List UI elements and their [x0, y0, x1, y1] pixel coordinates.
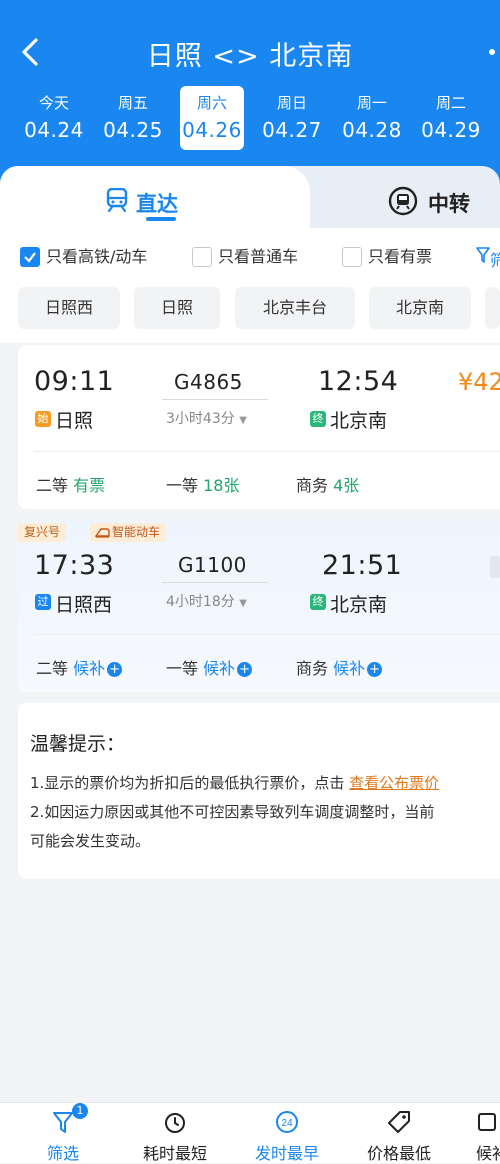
- badge-smart-emu: 智能动车: [90, 523, 167, 542]
- tab-direct-label: 直达: [136, 192, 178, 216]
- notice-card: 温馨提示： 1.显示的票价均为折扣后的最低执行票价，点击 查看公布票价 2.如因…: [18, 703, 500, 879]
- station-chip-rizhao[interactable]: 日照: [134, 287, 220, 329]
- station-chip-rizhao-west[interactable]: 日照西: [18, 287, 120, 329]
- seat-first-class-waitlist[interactable]: 一等 候补 +: [166, 655, 253, 679]
- date-sun[interactable]: 周日 04.27: [260, 86, 324, 150]
- svg-text:24: 24: [281, 1118, 293, 1129]
- seat-second-class: 二等 有票: [36, 476, 106, 495]
- date-fri[interactable]: 周五 04.25: [101, 86, 165, 150]
- duration-line: [162, 582, 268, 583]
- depart-time: 09:11: [34, 366, 115, 397]
- badge-fuxing: 复兴号: [18, 523, 67, 542]
- checkbox-unchecked-icon: [342, 247, 362, 267]
- add-waitlist-icon: +: [367, 662, 383, 677]
- station-chip-beijing-fengtai[interactable]: 北京丰台: [235, 287, 355, 329]
- arrive-time: 21:51: [322, 550, 403, 581]
- expand-triangle-icon: ▼: [239, 415, 247, 426]
- date-today[interactable]: 今天 04.24: [22, 86, 86, 150]
- station-chip-beijing-south[interactable]: 北京南: [369, 287, 471, 329]
- to-station: 北京南: [330, 410, 388, 432]
- seat-business-class-waitlist[interactable]: 商务 候补 +: [296, 655, 383, 679]
- add-waitlist-icon: +: [107, 662, 123, 677]
- nav-shortest-duration[interactable]: 耗时最短: [132, 1102, 218, 1163]
- train-number: G1100: [178, 553, 247, 577]
- from-station: 日照西: [55, 594, 113, 616]
- timer-icon: [165, 1113, 185, 1133]
- notice-line-1: 1.显示的票价均为折扣后的最低执行票价，点击 查看公布票价: [30, 774, 440, 792]
- checkbox-checked-icon: [20, 247, 40, 267]
- duration[interactable]: 4小时18分 ▼: [166, 591, 247, 611]
- transfer-train-icon: [388, 186, 418, 216]
- nav-earliest-departure[interactable]: 24 发时最早: [244, 1102, 330, 1163]
- filter-funnel-icon: [53, 1112, 73, 1133]
- date-selector: 今天 04.24 周五 04.25 周六 04.26 周日 04.27 周一 0…: [12, 86, 500, 150]
- to-station: 北京南: [330, 594, 388, 616]
- smart-train-icon: [95, 528, 110, 538]
- seat-business-class: 商务 4张: [296, 476, 360, 495]
- date-sat-selected[interactable]: 周六 04.26: [180, 86, 244, 150]
- tab-transfer-label[interactable]: 中转: [428, 188, 470, 218]
- card-divider: [34, 634, 500, 635]
- end-station-tag: 终: [310, 411, 326, 427]
- train-number: G4865: [174, 370, 243, 394]
- duration[interactable]: 3小时43分 ▼: [166, 408, 247, 428]
- seat-second-class-waitlist[interactable]: 二等 候补 +: [36, 655, 123, 679]
- date-tue[interactable]: 周二 04.29: [419, 86, 483, 150]
- notice-line-3: 可能会发生变动。: [30, 832, 151, 850]
- view-published-fares-link[interactable]: 查看公布票价: [349, 774, 439, 792]
- nav-waitlist[interactable]: 候补: [464, 1102, 500, 1162]
- checkbox-unchecked-icon: [192, 247, 212, 267]
- filter-funnel-icon[interactable]: [476, 246, 490, 264]
- station-chip-partial[interactable]: [485, 287, 500, 329]
- price-tag-icon: [388, 1111, 410, 1133]
- date-mon[interactable]: 周一 04.28: [340, 86, 404, 150]
- nav-lowest-price[interactable]: 价格最低: [356, 1102, 442, 1163]
- from-station: 日照: [55, 410, 94, 432]
- duration-line: [162, 399, 268, 400]
- waitlist-icon: [478, 1113, 496, 1131]
- pass-station-tag: 过: [35, 594, 51, 610]
- tab-active-indicator: [146, 217, 176, 221]
- filter-more-link[interactable]: 筛: [490, 247, 500, 271]
- depart-time: 17:33: [34, 550, 115, 581]
- seat-first-class: 一等 18张: [166, 476, 240, 495]
- card-divider: [34, 451, 500, 452]
- notice-title: 温馨提示：: [30, 733, 126, 755]
- price-placeholder: [490, 556, 500, 578]
- end-station-tag: 终: [310, 594, 326, 610]
- add-waitlist-icon: +: [237, 662, 253, 677]
- notice-line-2: 2.如因运力原因或其他不可控因素导致列车调度调整时，当前: [30, 803, 435, 821]
- train-icon: [106, 188, 128, 212]
- expand-triangle-icon: ▼: [239, 598, 247, 609]
- clock-24-icon: 24: [276, 1111, 298, 1133]
- route-title: 日照 <> 北京南: [146, 41, 354, 72]
- start-station-tag: 始: [35, 411, 51, 427]
- arrive-time: 12:54: [318, 366, 399, 397]
- ticket-price: ¥42: [458, 368, 500, 396]
- filter-count-badge: 1: [72, 1103, 88, 1119]
- more-menu-icon[interactable]: [489, 49, 495, 55]
